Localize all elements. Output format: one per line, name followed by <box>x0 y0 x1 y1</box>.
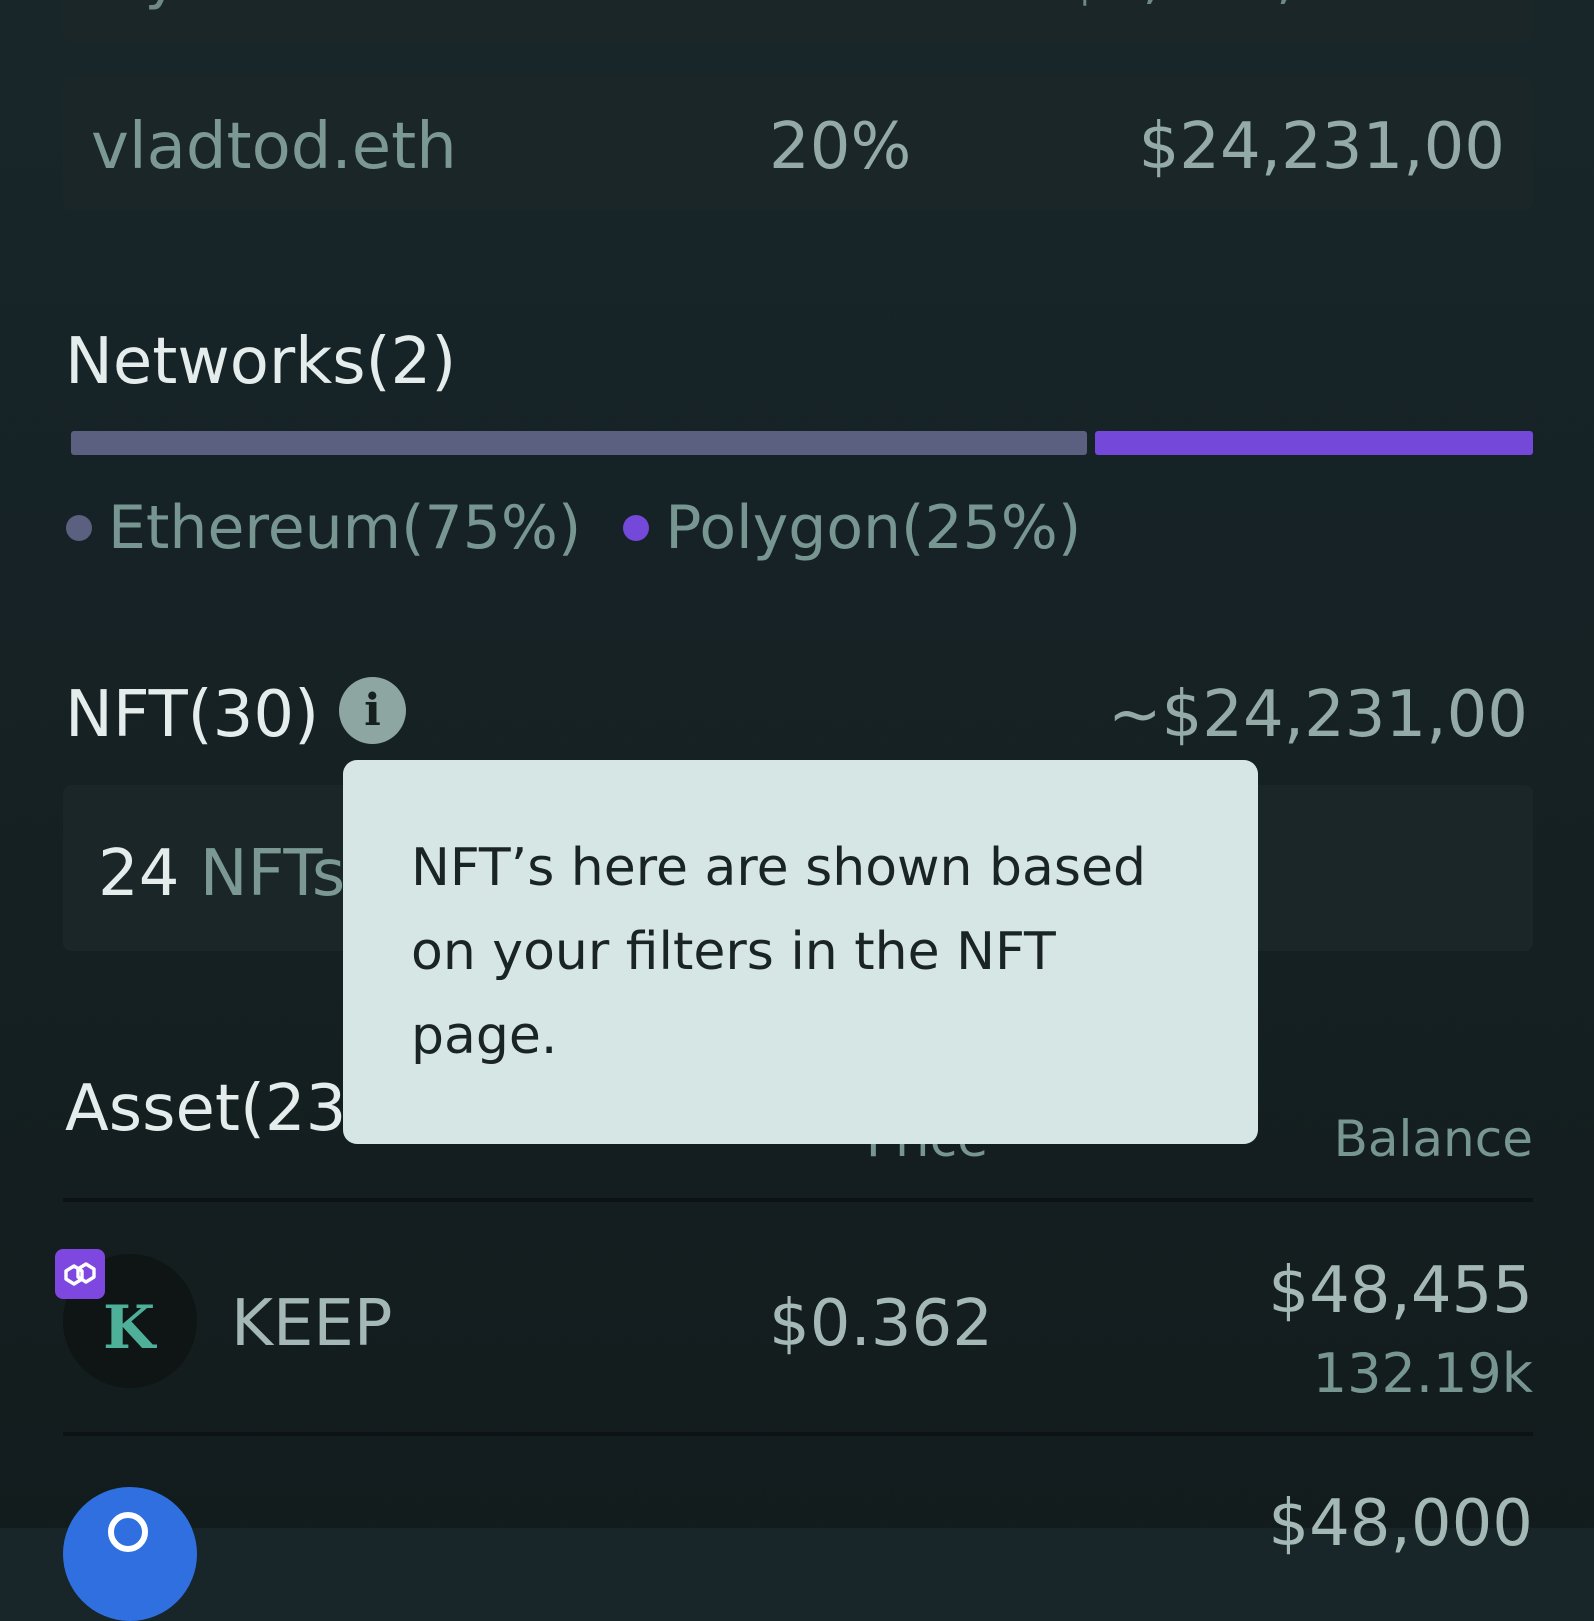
holder-amount: $24,231,00 <box>1138 110 1505 184</box>
holder-amount: $1,024,231.00 <box>1066 0 1505 12</box>
nft-count-number: 24 <box>98 837 180 911</box>
asset-balance: $48,455 <box>1268 1254 1533 1328</box>
holder-percent: 50% <box>769 0 902 12</box>
network-bar-polygon <box>1095 431 1533 455</box>
asset-name: KEEP <box>231 1287 393 1361</box>
holder-row[interactable]: vladtod.eth 20% $24,231,00 <box>63 76 1533 210</box>
asset-balance: $48,000 <box>1268 1487 1533 1561</box>
legend-label: Polygon(25%) <box>665 493 1082 563</box>
nft-info-tooltip: NFT’s here are shown based on your filte… <box>343 760 1258 1144</box>
token-logo-icon <box>108 1512 148 1552</box>
polygon-network-icon <box>55 1249 105 1299</box>
polygon-dot-icon <box>623 515 650 541</box>
divider <box>63 1432 1533 1436</box>
holder-percent: 20% <box>769 110 912 184</box>
divider <box>63 1198 1533 1202</box>
asset-quantity: 132.19k <box>1312 1342 1533 1405</box>
nft-total-value: ~$24,231,00 <box>1107 678 1528 752</box>
info-icon[interactable]: i <box>339 677 406 744</box>
polygon-icon <box>64 1262 96 1286</box>
nft-title: NFT(30) <box>65 678 320 752</box>
ethereum-dot-icon <box>66 515 92 541</box>
nft-count: 24 NFTs <box>98 837 345 911</box>
nft-count-unit: NFTs <box>199 837 346 911</box>
networks-title: Networks(2) <box>65 325 457 399</box>
token-icon <box>63 1487 197 1621</box>
holder-name: vladtod.eth <box>91 110 457 184</box>
networks-legend: Ethereum(75%) Polygon(25%) <box>66 493 1123 563</box>
holder-row-partial: olyadamasi 50% $1,024,231.00 <box>63 0 1533 42</box>
asset-price: $0.362 <box>769 1287 993 1361</box>
balance-column-header: Balance <box>1333 1110 1533 1168</box>
legend-item-ethereum: Ethereum(75%) <box>66 493 581 563</box>
keep-logo-icon: K <box>103 1293 156 1363</box>
network-bar-ethereum <box>71 431 1087 455</box>
legend-label: Ethereum(75%) <box>108 493 582 563</box>
legend-item-polygon: Polygon(25%) <box>623 493 1081 563</box>
holder-name: olyadamasi <box>91 0 435 12</box>
asset-title: Asset(23) <box>65 1072 372 1146</box>
